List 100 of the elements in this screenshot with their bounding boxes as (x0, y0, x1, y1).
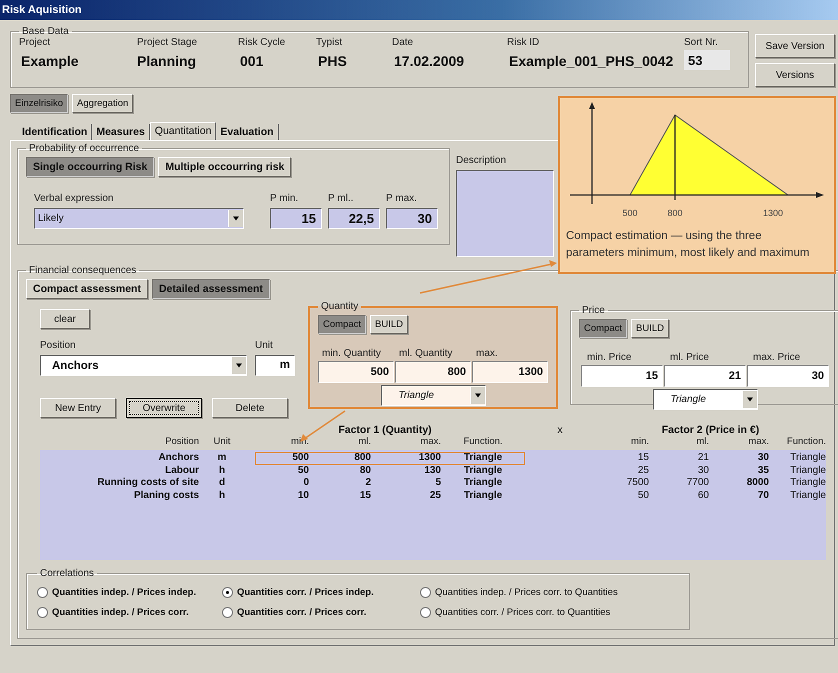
table-cell-text: 70 (756, 490, 770, 502)
field-label: Verbal expression (33, 193, 114, 204)
mode-button[interactable]: BUILD (631, 319, 669, 338)
action-button[interactable]: New Entry (40, 398, 116, 418)
sort-number-field[interactable]: 53 (684, 50, 730, 70)
table-cell-text: Anchors (157, 452, 200, 464)
probability-field[interactable]: 15 (270, 208, 322, 229)
risk-type-button[interactable]: Single occourring Risk (26, 157, 154, 177)
value-field[interactable]: 15 (581, 365, 663, 387)
table-cell-text: Triangle (462, 477, 504, 490)
column-header: Function. (462, 436, 504, 449)
description-field[interactable] (456, 170, 554, 257)
radio-label[interactable]: Quantities indep. / Prices corr. (52, 607, 189, 618)
column-header: Position (164, 436, 200, 449)
field-label: Project Stage (137, 37, 198, 48)
table-cell-text: Triangle (789, 477, 826, 490)
table-cell-text: 8000 (746, 477, 770, 490)
operator-label: x (556, 424, 564, 436)
verbal-expression-dropdown[interactable]: Likely (34, 208, 244, 229)
radio-label[interactable]: Quantities indep. / Prices corr. to Quantities (435, 587, 618, 598)
radio-button[interactable] (37, 587, 48, 598)
group-label: Base Data (21, 26, 70, 37)
field-label: Unit (255, 340, 274, 351)
table-cell-text: 15 (636, 452, 650, 464)
unit-field[interactable]: m (255, 355, 295, 376)
group-label: Quantity (320, 301, 360, 312)
radio-button[interactable] (37, 607, 48, 618)
table-cell-text: 25 (636, 464, 650, 477)
column-header: min. (630, 436, 650, 449)
table-cell-text: 50 (636, 490, 650, 502)
table-cell-text: 35 (756, 464, 770, 477)
radio-label[interactable]: Quantities indep. / Prices indep. (52, 587, 196, 598)
column-header: Unit (212, 436, 232, 449)
field-label: Project (19, 37, 52, 48)
value-field[interactable]: 1300 (472, 361, 548, 383)
group-label: Correlations (39, 568, 95, 579)
table-cell-text: Triangle (462, 452, 504, 464)
table-cell-text: d (218, 477, 226, 490)
field-label: Risk ID (507, 37, 540, 48)
table-cell-text: Labour (164, 464, 200, 477)
field-value: Planning (137, 53, 198, 69)
risk-type-button[interactable]: Multiple occourring risk (158, 157, 292, 177)
clear-button[interactable]: clear (40, 309, 90, 329)
radio-button[interactable] (222, 587, 233, 598)
field-value: 17.02.2009 (393, 53, 466, 69)
field-label: Position (40, 340, 77, 351)
value-field[interactable]: 500 (318, 361, 394, 383)
table-cell-text: Triangle (462, 464, 504, 477)
field-value: Example_001_PHS_0042 (508, 53, 674, 69)
tab[interactable]: Identification (18, 124, 92, 140)
table-cell-text: Triangle (789, 464, 826, 477)
side-button[interactable]: Versions (755, 63, 835, 87)
group-heading: Factor 2 (Price in €) (660, 424, 760, 436)
field-label: ml. Quantity (398, 348, 454, 359)
position-dropdown[interactable]: Anchors (40, 355, 247, 376)
radio-label[interactable]: Quantities corr. / Prices corr. to Quantities (435, 607, 610, 618)
field-label: max. (475, 348, 499, 359)
function-dropdown[interactable]: Triangle (652, 389, 758, 410)
value-field[interactable]: 800 (395, 361, 471, 383)
table-cell-text: 25 (428, 490, 442, 502)
radio-label[interactable]: Quantities corr. / Prices corr. (237, 607, 366, 618)
tick-label: 1300 (762, 208, 784, 218)
radio-button[interactable] (222, 607, 233, 618)
table-cell-text: 30 (696, 464, 710, 477)
assessment-button[interactable]: Compact assessment (26, 279, 148, 299)
table-cell-text: 15 (358, 490, 372, 502)
value-field[interactable]: 30 (747, 365, 829, 387)
table-cell-text: 5 (434, 477, 442, 490)
group-label: Price (581, 305, 606, 316)
table-cell-text: Planing costs (132, 490, 200, 502)
mode-button[interactable]: BUILD (370, 315, 408, 334)
side-button[interactable]: Save Version (755, 34, 835, 58)
action-button[interactable]: Overwrite (126, 398, 202, 418)
probability-field[interactable]: 30 (386, 208, 438, 229)
tab[interactable]: Quantitation (150, 122, 216, 140)
radio-button[interactable] (420, 607, 431, 618)
radio-label[interactable]: Quantities corr. / Prices indep. (237, 587, 374, 598)
action-button[interactable]: Delete (212, 398, 288, 418)
table-cell-text: 30 (756, 452, 770, 464)
table-cell-text: m (216, 452, 228, 464)
field-label: ml. Price (669, 352, 710, 363)
field-label: min. Quantity (321, 348, 382, 359)
table-cell-text: 7500 (626, 477, 650, 490)
field-label: max. Price (752, 352, 802, 363)
mode-tab[interactable]: Einzelrisiko (10, 94, 68, 113)
table-cell-text: 80 (358, 464, 372, 477)
radio-button[interactable] (420, 587, 431, 598)
field-label: Date (392, 37, 414, 48)
value-field[interactable]: 21 (664, 365, 746, 387)
mode-button[interactable]: Compact (579, 319, 628, 338)
group-heading: Factor 1 (Quantity) (337, 424, 433, 436)
table-cell-text: 500 (291, 452, 310, 464)
field-label: Risk Cycle (238, 37, 286, 48)
field-label: Typist (316, 37, 344, 48)
probability-field[interactable]: 22,5 (328, 208, 380, 229)
mode-button[interactable]: Compact (318, 315, 366, 334)
function-dropdown[interactable]: Triangle (380, 385, 486, 406)
mode-tab[interactable]: Aggregation (72, 94, 134, 113)
tab[interactable]: Evaluation (216, 124, 279, 140)
assessment-button[interactable]: Detailed assessment (152, 279, 270, 299)
